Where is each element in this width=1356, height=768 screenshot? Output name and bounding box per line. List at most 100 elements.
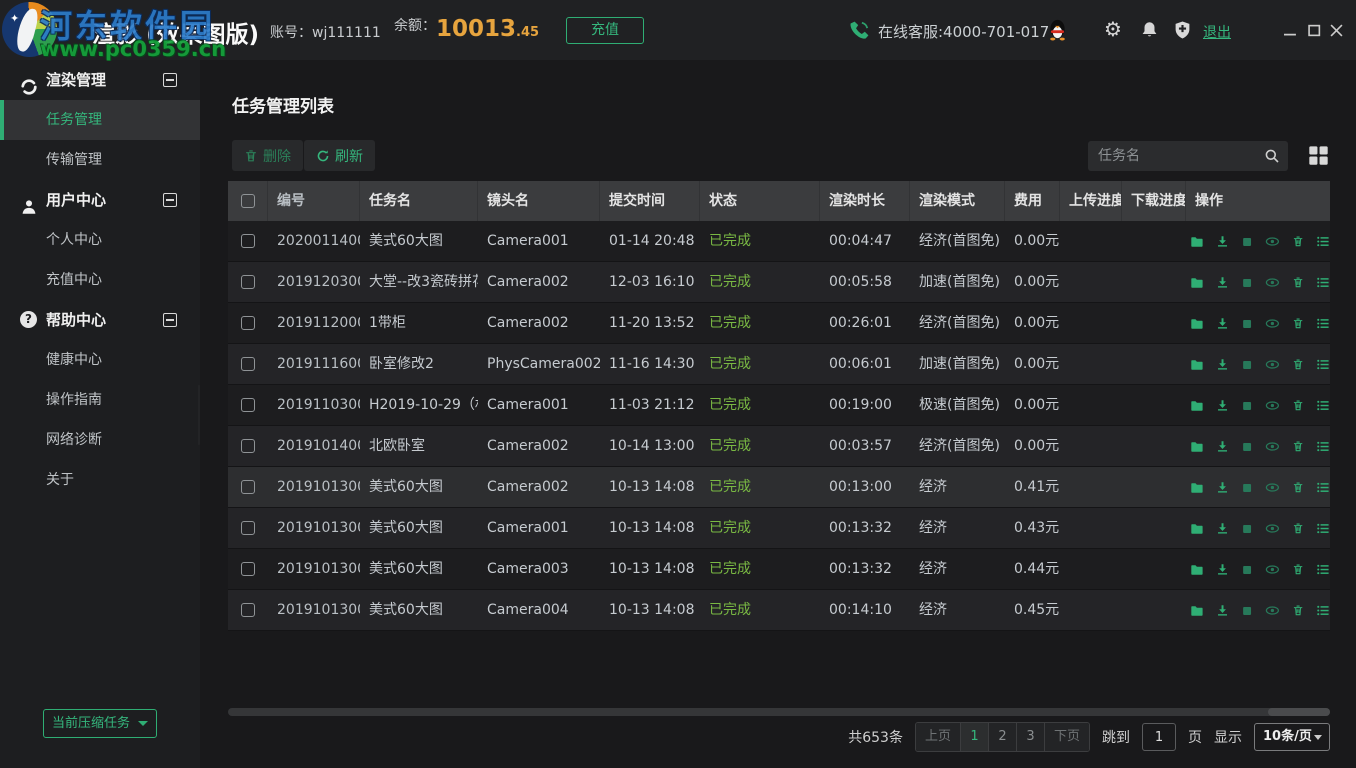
download-icon[interactable] [1216,562,1229,577]
search-icon[interactable] [1264,148,1280,168]
folder-icon[interactable] [1190,316,1204,332]
row-checkbox[interactable] [241,275,255,289]
stop-icon[interactable] [1241,522,1253,536]
delete-trash-icon[interactable] [1292,603,1304,618]
delete-trash-icon[interactable] [1292,562,1304,577]
delete-trash-icon[interactable] [1292,480,1304,495]
view-eye-icon[interactable] [1265,234,1280,249]
scrollbar-thumb[interactable] [1268,708,1330,716]
row-checkbox[interactable] [241,603,255,617]
delete-trash-icon[interactable] [1292,275,1304,290]
row-checkbox[interactable] [241,480,255,494]
detail-list-icon[interactable] [1316,603,1330,618]
sidebar-section-user-center[interactable]: 用户中心 [0,180,200,220]
prev-page-button[interactable]: 上页 [916,723,961,751]
detail-list-icon[interactable] [1316,357,1330,372]
detail-list-icon[interactable] [1316,316,1330,331]
sidebar-item-recharge-center[interactable]: 充值中心 [0,260,200,300]
row-checkbox[interactable] [241,398,255,412]
sidebar-item-health-center[interactable]: 健康中心 [0,340,200,380]
delete-trash-icon[interactable] [1292,357,1304,372]
folder-icon[interactable] [1190,603,1204,619]
next-page-button[interactable]: 下页 [1045,723,1089,751]
detail-list-icon[interactable] [1316,521,1330,536]
select-all-checkbox[interactable] [241,194,255,208]
page-button-1[interactable]: 1 [961,723,989,751]
security-shield-icon[interactable] [1173,20,1192,44]
detail-list-icon[interactable] [1316,234,1330,249]
stop-icon[interactable] [1241,440,1253,454]
folder-icon[interactable] [1190,234,1204,250]
logout-link[interactable]: 退出 [1203,22,1231,42]
sidebar-section-help-center[interactable]: 帮助中心 [0,300,200,340]
row-checkbox[interactable] [241,357,255,371]
stop-icon[interactable] [1241,235,1253,249]
row-checkbox[interactable] [241,234,255,248]
recharge-button[interactable]: 充值 [566,17,644,44]
window-maximize-button[interactable] [1308,22,1321,41]
delete-button[interactable]: 删除 [232,140,303,171]
detail-list-icon[interactable] [1316,562,1330,577]
detail-list-icon[interactable] [1316,439,1330,454]
folder-icon[interactable] [1190,562,1204,578]
horizontal-scrollbar[interactable] [228,708,1330,716]
view-eye-icon[interactable] [1265,603,1280,618]
row-checkbox[interactable] [241,521,255,535]
grid-view-icon[interactable] [1308,145,1329,170]
view-eye-icon[interactable] [1265,316,1280,331]
current-compress-tasks-button[interactable]: 当前压缩任务 [43,709,157,738]
delete-trash-icon[interactable] [1292,316,1304,331]
sidebar-item-personal-center[interactable]: 个人中心 [0,220,200,260]
download-icon[interactable] [1216,275,1229,290]
row-checkbox[interactable] [241,316,255,330]
per-page-select[interactable]: 10条/页 [1254,723,1330,751]
sidebar-item-task-management[interactable]: 任务管理 [0,100,200,140]
view-eye-icon[interactable] [1265,521,1280,536]
stop-icon[interactable] [1241,563,1253,577]
download-icon[interactable] [1216,398,1229,413]
search-input[interactable] [1088,141,1288,171]
detail-list-icon[interactable] [1316,480,1330,495]
stop-icon[interactable] [1241,276,1253,290]
folder-icon[interactable] [1190,480,1204,496]
delete-trash-icon[interactable] [1292,398,1304,413]
row-checkbox[interactable] [241,562,255,576]
stop-icon[interactable] [1241,358,1253,372]
folder-icon[interactable] [1190,357,1204,373]
folder-icon[interactable] [1190,439,1204,455]
download-icon[interactable] [1216,603,1229,618]
sidebar-section-render[interactable]: 渲染管理 [0,60,200,100]
page-button-2[interactable]: 2 [989,723,1017,751]
sidebar-item-operation-guide[interactable]: 操作指南 [0,380,200,420]
download-icon[interactable] [1216,521,1229,536]
sidebar-item-about[interactable]: 关于 [0,460,200,500]
stop-icon[interactable] [1241,317,1253,331]
collapse-minus-icon[interactable] [163,73,177,87]
sidebar-item-transfer-management[interactable]: 传输管理 [0,140,200,180]
refresh-button[interactable]: 刷新 [304,140,375,171]
view-eye-icon[interactable] [1265,439,1280,454]
notification-bell-icon[interactable] [1140,20,1159,44]
delete-trash-icon[interactable] [1292,439,1304,454]
stop-icon[interactable] [1241,399,1253,413]
jump-page-input[interactable] [1142,723,1176,751]
folder-icon[interactable] [1190,275,1204,291]
download-icon[interactable] [1216,439,1229,454]
download-icon[interactable] [1216,357,1229,372]
window-close-button[interactable] [1330,22,1343,41]
view-eye-icon[interactable] [1265,357,1280,372]
delete-trash-icon[interactable] [1292,234,1304,249]
stop-icon[interactable] [1241,481,1253,495]
detail-list-icon[interactable] [1316,275,1330,290]
settings-gear-icon[interactable]: ⚙ [1104,17,1122,41]
qq-penguin-icon[interactable] [1048,19,1067,45]
collapse-minus-icon[interactable] [163,313,177,327]
page-button-3[interactable]: 3 [1017,723,1045,751]
download-icon[interactable] [1216,480,1229,495]
folder-icon[interactable] [1190,521,1204,537]
window-minimize-button[interactable] [1284,22,1297,41]
download-icon[interactable] [1216,234,1229,249]
folder-icon[interactable] [1190,398,1204,414]
view-eye-icon[interactable] [1265,480,1280,495]
sidebar-item-network-diagnosis[interactable]: 网络诊断 [0,420,200,460]
